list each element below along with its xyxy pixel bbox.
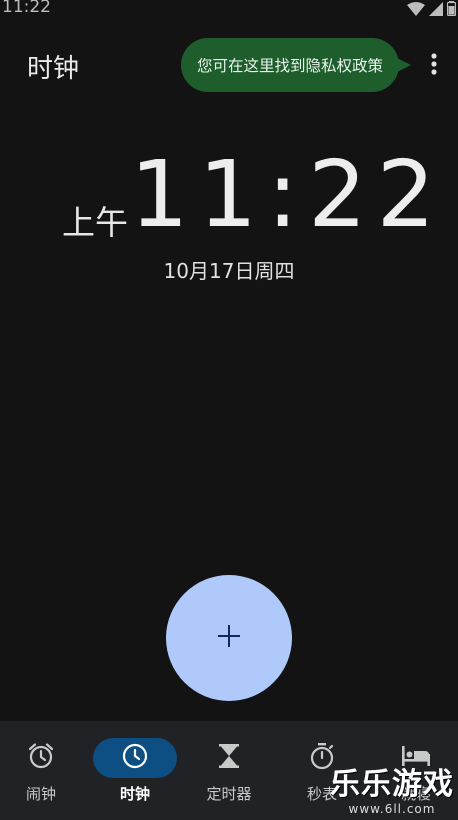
wifi-icon [407, 1, 425, 20]
nav-label-timer: 定时器 [206, 785, 252, 803]
clock-icon [121, 742, 149, 774]
signal-icon [429, 1, 443, 20]
nav-item-clock[interactable]: 时钟 [90, 721, 180, 820]
tooltip-text: 您可在这里找到隐私权政策 [196, 57, 383, 75]
privacy-policy-tooltip[interactable]: 您可在这里找到隐私权政策 [181, 38, 399, 92]
clock-time: 11:22 [130, 141, 446, 248]
status-bar: 11:22 [0, 0, 458, 20]
hourglass-icon [217, 742, 241, 774]
status-time: 11:22 [2, 0, 51, 17]
nav-label-alarm: 闹钟 [25, 785, 56, 803]
tooltip-arrow [393, 56, 411, 74]
page-title: 时钟 [27, 54, 80, 84]
watermark-url: www.6ll.com [348, 802, 436, 816]
nav-icon-container-active [93, 738, 177, 778]
watermark: 乐乐游戏 www.6ll.com [330, 767, 454, 817]
clock-ampm: 上午 [62, 203, 128, 242]
clock-app-screen: 11:22 时钟 您可在这里找到隐私权政策 上午 11:22 10月17日周四 … [0, 0, 458, 820]
status-icons [407, 1, 457, 20]
more-vert-icon [430, 52, 438, 80]
nav-item-alarm[interactable]: 闹钟 [0, 721, 86, 820]
alarm-clock-icon [27, 742, 55, 774]
nav-label-clock: 时钟 [119, 785, 150, 803]
nav-icon-container [17, 738, 65, 778]
more-options-button[interactable] [420, 48, 448, 84]
nav-icon-container [205, 738, 253, 778]
battery-icon [446, 1, 457, 20]
nav-item-timer[interactable]: 定时器 [184, 721, 274, 820]
clock-date: 10月17日周四 [163, 259, 295, 283]
watermark-text: 乐乐游戏 [330, 767, 454, 802]
add-city-button[interactable] [166, 575, 292, 701]
plus-icon [217, 624, 241, 652]
